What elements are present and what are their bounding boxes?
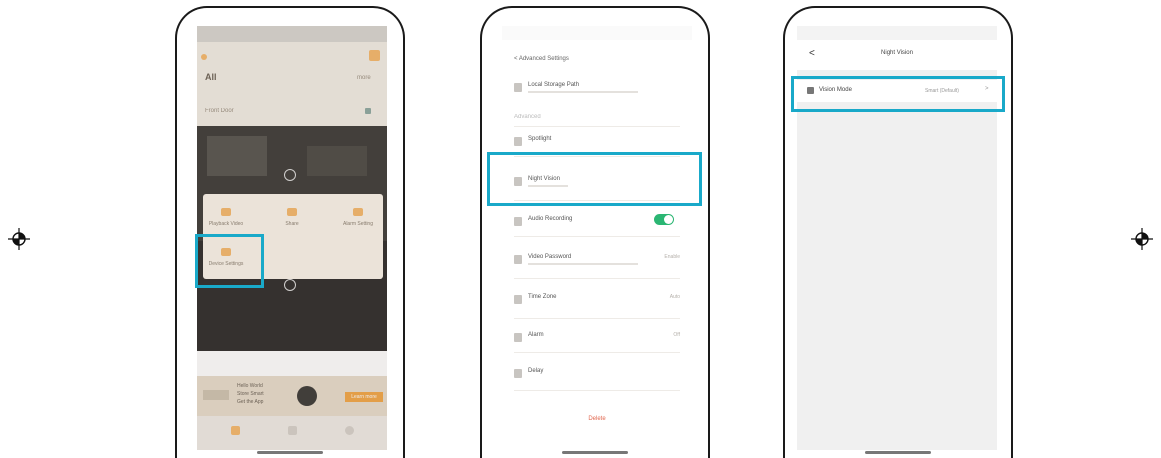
highlight-device-settings <box>195 234 264 288</box>
alarm-icon <box>514 333 522 342</box>
settings-row-delay[interactable]: Delay <box>514 362 684 386</box>
phone-frame-3: < Night Vision Vision Mode Smart (Defaul… <box>783 6 1013 458</box>
settings-row-local-storage[interactable]: Local Storage Path <box>514 76 684 100</box>
delay-icon <box>514 369 522 378</box>
clock-icon <box>514 295 522 304</box>
page-title: Night Vision <box>881 50 913 56</box>
audio-recording-toggle[interactable] <box>654 214 674 225</box>
password-icon <box>514 255 522 264</box>
home-indicator <box>865 451 931 454</box>
audio-icon <box>514 217 522 226</box>
home-indicator <box>562 451 628 454</box>
spotlight-icon <box>514 137 522 146</box>
settings-row-time-zone[interactable]: Time Zone Auto <box>514 288 684 312</box>
settings-row-alarm[interactable]: Alarm Off <box>514 326 684 350</box>
status-bar <box>502 26 692 40</box>
phone-frame-2: < Advanced Settings Local Storage Path A… <box>480 6 710 458</box>
settings-row-video-password[interactable]: Video Password Enable <box>514 248 684 272</box>
settings-row-audio-recording[interactable]: Audio Recording <box>514 210 684 234</box>
page-title[interactable]: < Advanced Settings <box>514 56 569 62</box>
settings-row-spotlight[interactable]: Spotlight <box>514 130 684 154</box>
status-bar <box>797 26 997 40</box>
settings-screen: < Advanced Settings Local Storage Path A… <box>502 26 692 450</box>
content-background <box>797 70 997 450</box>
phone-frame-1: All more Front Door Playback Video Share <box>175 6 405 458</box>
delete-device-button[interactable]: Delete <box>502 416 692 422</box>
registration-mark-icon <box>1131 228 1153 250</box>
section-label: Advanced <box>514 114 541 120</box>
highlight-night-vision <box>487 152 702 206</box>
home-indicator <box>257 451 323 454</box>
registration-mark-icon <box>8 228 30 250</box>
highlight-vision-mode <box>791 76 1005 112</box>
nav-bar: < Night Vision <box>797 40 997 70</box>
storage-icon <box>514 83 522 92</box>
